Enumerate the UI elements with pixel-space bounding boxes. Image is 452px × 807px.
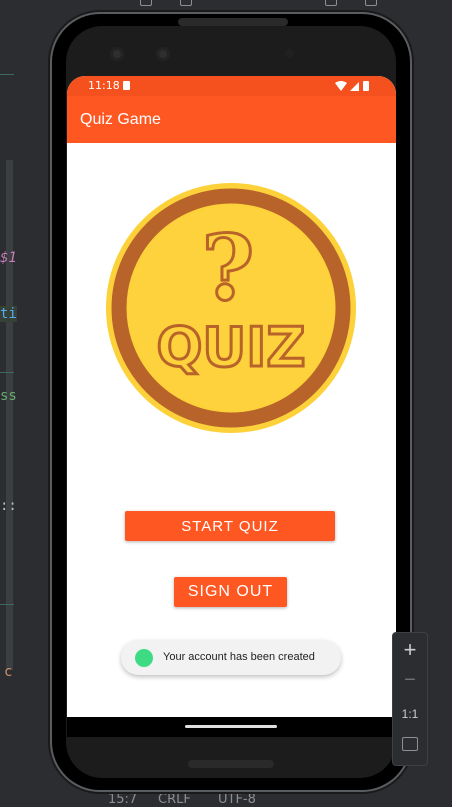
quiz-logo: ? QUIZ xyxy=(106,183,356,433)
ide-divider xyxy=(0,74,14,75)
battery-icon xyxy=(363,81,369,91)
ide-divider xyxy=(0,604,14,605)
code-fragment: $1 xyxy=(0,250,17,266)
toast-message: Your account has been created xyxy=(121,640,341,675)
ide-top-toolbar xyxy=(0,0,452,8)
cursor-position[interactable]: 15:7 xyxy=(108,792,137,807)
question-mark: ? xyxy=(202,215,255,321)
toolbar-icon[interactable] xyxy=(180,0,192,6)
file-encoding[interactable]: UTF-8 xyxy=(218,792,256,807)
zoom-out-button[interactable]: − xyxy=(393,669,427,692)
status-time: 11:18 xyxy=(88,79,120,92)
cell-signal-icon xyxy=(350,82,359,91)
ide-scroll-marker xyxy=(6,160,13,670)
code-fragment: :: xyxy=(0,498,17,514)
emulator-zoom-panel: + − 1:1 xyxy=(392,632,428,766)
bottom-speaker xyxy=(188,760,274,768)
toolbar-icon[interactable] xyxy=(325,0,337,6)
front-sensor xyxy=(156,47,170,61)
app-bar: Quiz Game xyxy=(67,96,396,143)
sign-out-button[interactable]: SIGN OUT xyxy=(174,577,287,607)
wifi-icon xyxy=(335,81,347,91)
ide-right-rail xyxy=(410,120,413,720)
sim-card-icon xyxy=(123,81,130,90)
zoom-actual-size-button[interactable]: 1:1 xyxy=(393,707,427,721)
code-fragment: ti xyxy=(0,306,17,322)
code-fragment: c xyxy=(4,664,13,680)
quiz-logo-text: QUIZ xyxy=(156,316,305,379)
app-title: Quiz Game xyxy=(80,111,161,128)
fit-screen-icon[interactable] xyxy=(402,737,418,751)
toast-text: Your account has been created xyxy=(163,651,315,663)
ide-divider xyxy=(0,372,14,373)
line-separator[interactable]: CRLF xyxy=(158,792,191,807)
toolbar-icon[interactable] xyxy=(140,0,152,6)
front-camera xyxy=(110,47,124,61)
earpiece-speaker xyxy=(178,18,288,26)
start-quiz-button[interactable]: START QUIZ xyxy=(125,511,335,541)
home-gesture-handle[interactable] xyxy=(185,725,277,728)
status-bar: 11:18 xyxy=(67,76,396,96)
navigation-bar xyxy=(67,717,396,737)
proximity-sensor xyxy=(285,49,294,58)
status-icons xyxy=(334,80,374,95)
android-icon xyxy=(135,649,153,667)
app-screen: 11:18 Quiz Game ? QUIZ START QUIZ SIGN O… xyxy=(67,76,396,717)
ide-status-bar: 15:7 CRLF UTF-8 xyxy=(0,792,452,807)
zoom-in-button[interactable]: + xyxy=(393,637,427,663)
toolbar-icon[interactable] xyxy=(365,0,377,6)
code-fragment: ss xyxy=(0,388,17,404)
